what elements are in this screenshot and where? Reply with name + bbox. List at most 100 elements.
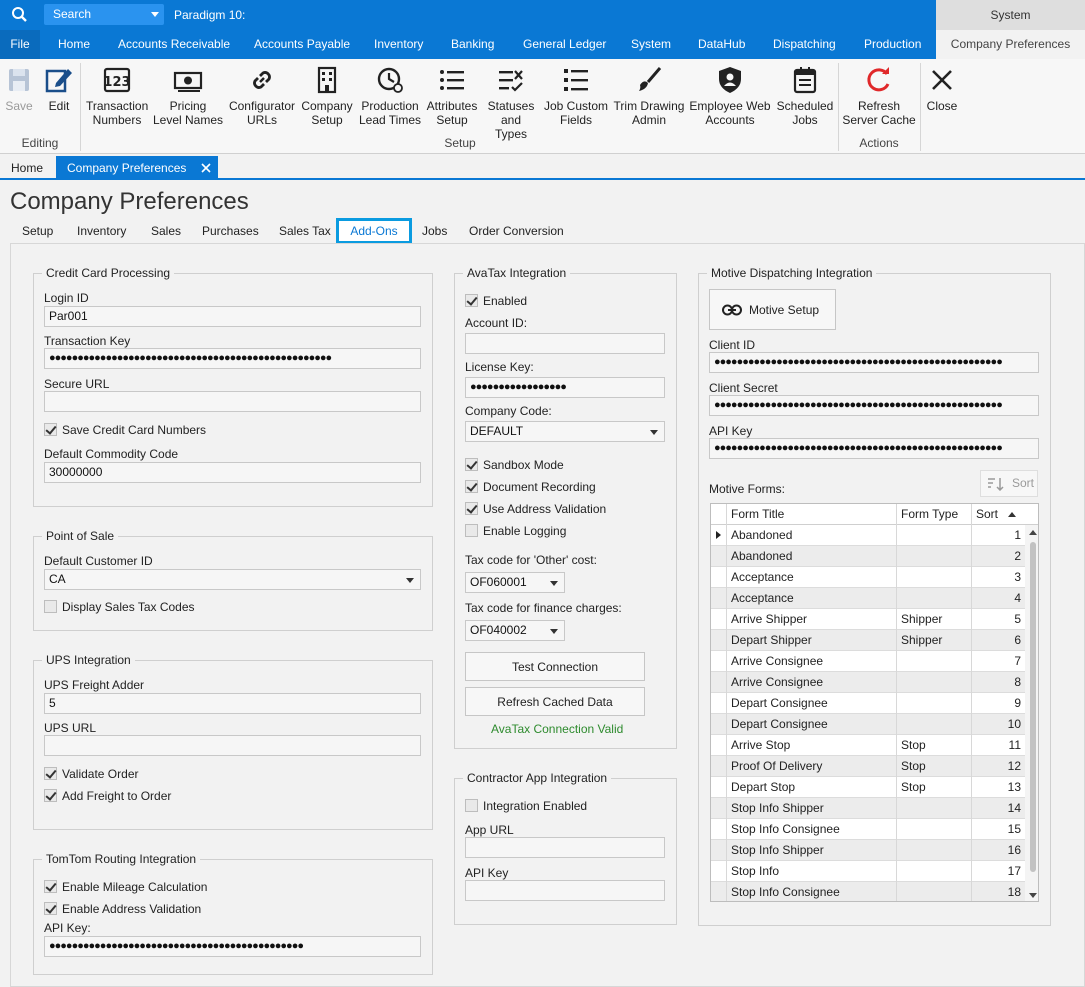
menu-accounts-payable[interactable]: Accounts Payable (254, 30, 350, 59)
job-custom-fields-button[interactable]: Job Custom Fields (540, 65, 612, 127)
column-sort[interactable]: Sort (972, 504, 1025, 525)
test-connection-button[interactable]: Test Connection (465, 652, 645, 681)
row-indicator[interactable] (711, 651, 727, 672)
row-indicator[interactable] (711, 672, 727, 693)
table-row[interactable]: Depart Consignee 9 (711, 693, 1025, 714)
table-row[interactable]: Depart Stop Stop 13 (711, 777, 1025, 798)
cell-form-title[interactable]: Acceptance (727, 567, 897, 588)
trim-drawing-admin-button[interactable]: Trim Drawing Admin (612, 65, 686, 127)
transaction-numbers-button[interactable]: 123 Transaction Numbers (86, 65, 148, 127)
table-row[interactable]: Depart Shipper Shipper 6 (711, 630, 1025, 651)
doc-tab-company-preferences[interactable]: Company Preferences (56, 156, 218, 180)
login-id-input[interactable]: Par001 (44, 306, 421, 327)
avatax-enabled-checkbox[interactable]: Enabled (465, 294, 527, 308)
row-indicator[interactable] (711, 861, 727, 882)
cell-form-type[interactable] (897, 525, 972, 546)
cell-form-type[interactable]: Stop (897, 777, 972, 798)
tomtom-api-key-input[interactable]: ●●●●●●●●●●●●●●●●●●●●●●●●●●●●●●●●●●●●●●●●… (44, 936, 421, 957)
tab-add-ons[interactable]: Add-Ons (336, 218, 412, 244)
motive-api-key-input[interactable]: ●●●●●●●●●●●●●●●●●●●●●●●●●●●●●●●●●●●●●●●●… (709, 438, 1039, 459)
table-row[interactable]: Stop Info 17 (711, 861, 1025, 882)
cell-form-title[interactable]: Depart Shipper (727, 630, 897, 651)
attributes-setup-button[interactable]: Attributes Setup (424, 65, 480, 127)
refresh-server-cache-button[interactable]: Refresh Server Cache (842, 65, 916, 127)
app-url-input[interactable] (465, 837, 665, 858)
ups-url-input[interactable] (44, 735, 421, 756)
cell-sort[interactable]: 16 (972, 840, 1025, 861)
cell-form-type[interactable] (897, 693, 972, 714)
sort-button[interactable]: Sort (980, 470, 1038, 497)
table-row[interactable]: Abandoned 2 (711, 546, 1025, 567)
menu-production[interactable]: Production (864, 30, 921, 59)
validate-order-checkbox[interactable]: Validate Order (44, 767, 138, 781)
row-indicator[interactable] (711, 798, 727, 819)
menu-system[interactable]: System (631, 30, 671, 59)
company-code-select[interactable]: DEFAULT (465, 421, 665, 442)
cell-form-type[interactable] (897, 861, 972, 882)
mileage-calculation-checkbox[interactable]: Enable Mileage Calculation (44, 880, 207, 894)
cell-form-type[interactable] (897, 651, 972, 672)
cell-sort[interactable]: 3 (972, 567, 1025, 588)
contractor-api-key-input[interactable] (465, 880, 665, 901)
cell-form-title[interactable]: Stop Info Consignee (727, 882, 897, 901)
grid-scrollbar[interactable] (1025, 525, 1038, 901)
cell-sort[interactable]: 11 (972, 735, 1025, 756)
row-indicator[interactable] (711, 735, 727, 756)
cell-sort[interactable]: 2 (972, 546, 1025, 567)
secure-url-input[interactable] (44, 391, 421, 412)
table-row[interactable]: Arrive Stop Stop 11 (711, 735, 1025, 756)
search-icon[interactable] (8, 5, 32, 25)
tab-setup[interactable]: Setup (22, 224, 53, 238)
row-indicator[interactable] (711, 777, 727, 798)
sandbox-mode-checkbox[interactable]: Sandbox Mode (465, 458, 564, 472)
table-row[interactable]: Stop Info Shipper 14 (711, 798, 1025, 819)
client-id-input[interactable]: ●●●●●●●●●●●●●●●●●●●●●●●●●●●●●●●●●●●●●●●●… (709, 352, 1039, 373)
table-row[interactable]: Abandoned 1 (711, 525, 1025, 546)
row-indicator[interactable] (711, 882, 727, 901)
menu-general-ledger[interactable]: General Ledger (523, 30, 606, 59)
table-row[interactable]: Arrive Consignee 7 (711, 651, 1025, 672)
cell-form-title[interactable]: Proof Of Delivery (727, 756, 897, 777)
cell-form-type[interactable] (897, 840, 972, 861)
ups-freight-adder-input[interactable]: 5 (44, 693, 421, 714)
table-row[interactable]: Acceptance 4 (711, 588, 1025, 609)
tab-inventory[interactable]: Inventory (77, 224, 126, 238)
production-lead-times-button[interactable]: Production Lead Times (358, 65, 422, 127)
cell-form-title[interactable]: Acceptance (727, 588, 897, 609)
table-row[interactable]: Stop Info Consignee 18 (711, 882, 1025, 901)
cell-form-title[interactable]: Arrive Stop (727, 735, 897, 756)
table-row[interactable]: Stop Info Consignee 15 (711, 819, 1025, 840)
cell-form-title[interactable]: Abandoned (727, 525, 897, 546)
row-indicator[interactable] (711, 588, 727, 609)
cell-form-type[interactable]: Stop (897, 735, 972, 756)
row-indicator[interactable] (711, 840, 727, 861)
client-secret-input[interactable]: ●●●●●●●●●●●●●●●●●●●●●●●●●●●●●●●●●●●●●●●●… (709, 395, 1039, 416)
cell-form-title[interactable]: Stop Info Consignee (727, 819, 897, 840)
cell-form-title[interactable]: Stop Info Shipper (727, 840, 897, 861)
default-customer-select[interactable]: CA (44, 569, 421, 590)
cell-sort[interactable]: 4 (972, 588, 1025, 609)
cell-form-title[interactable]: Depart Consignee (727, 714, 897, 735)
row-indicator[interactable] (711, 546, 727, 567)
commodity-code-input[interactable]: 30000000 (44, 462, 421, 483)
menu-dispatching[interactable]: Dispatching (773, 30, 836, 59)
cell-form-title[interactable]: Depart Consignee (727, 693, 897, 714)
row-indicator[interactable] (711, 693, 727, 714)
cell-form-type[interactable]: Stop (897, 756, 972, 777)
table-row[interactable]: Proof Of Delivery Stop 12 (711, 756, 1025, 777)
other-cost-tax-code-select[interactable]: OF060001 (465, 572, 565, 593)
account-id-input[interactable] (465, 333, 665, 354)
address-validation-checkbox[interactable]: Enable Address Validation (44, 902, 201, 916)
menu-home[interactable]: Home (58, 30, 90, 59)
table-row[interactable]: Arrive Shipper Shipper 5 (711, 609, 1025, 630)
cell-sort[interactable]: 14 (972, 798, 1025, 819)
company-setup-button[interactable]: Company Setup (300, 65, 354, 127)
enable-logging-checkbox[interactable]: Enable Logging (465, 524, 566, 538)
display-sales-tax-checkbox[interactable]: Display Sales Tax Codes (44, 600, 195, 614)
table-row[interactable]: Stop Info Shipper 16 (711, 840, 1025, 861)
row-indicator[interactable] (711, 756, 727, 777)
cell-form-type[interactable] (897, 546, 972, 567)
scroll-up-icon[interactable] (1029, 530, 1037, 535)
row-indicator[interactable] (711, 714, 727, 735)
cell-sort[interactable]: 1 (972, 525, 1025, 546)
